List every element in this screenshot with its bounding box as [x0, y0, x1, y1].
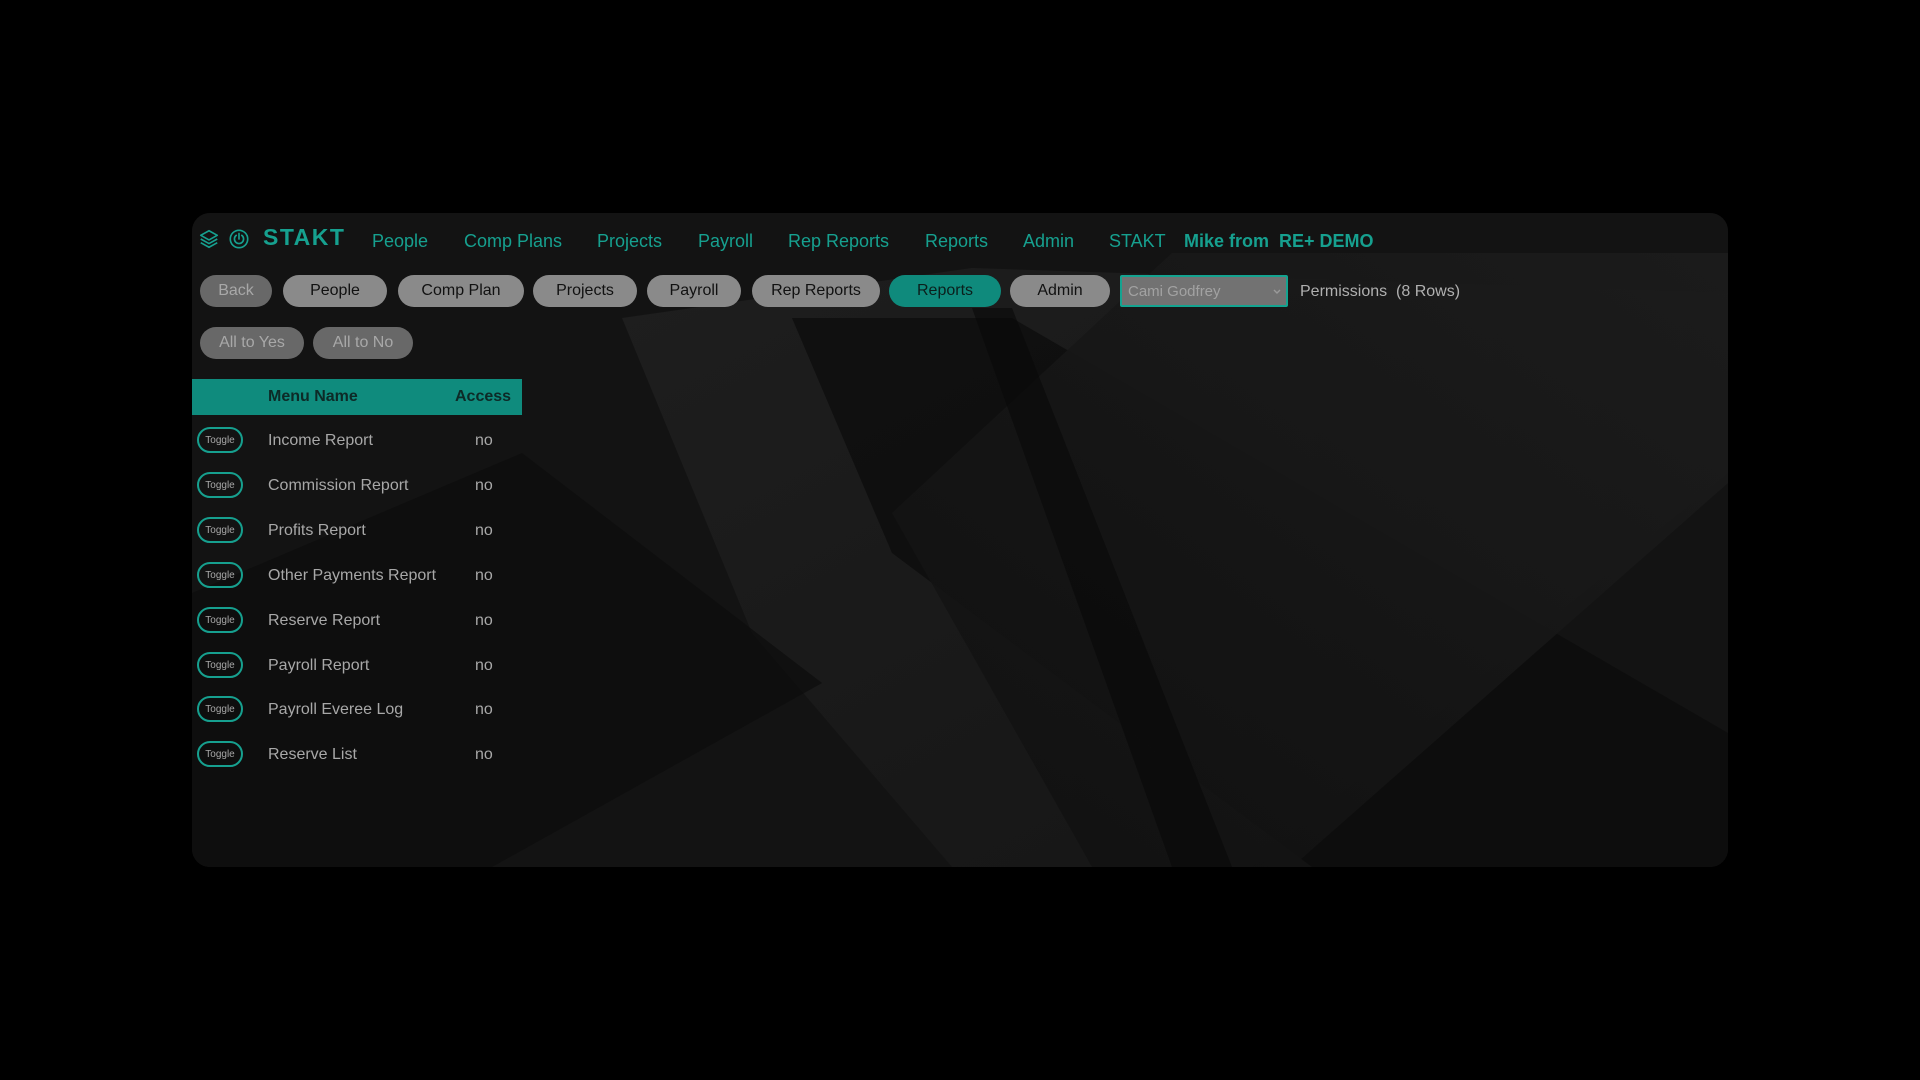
- access-cell: no: [475, 612, 493, 629]
- nav-user[interactable]: Mike from RE+ DEMO: [1184, 231, 1374, 252]
- access-cell: no: [475, 522, 493, 539]
- menu-name-cell: Commission Report: [268, 477, 409, 494]
- toggle-button[interactable]: Toggle: [197, 517, 243, 543]
- toggle-button[interactable]: Toggle: [197, 472, 243, 498]
- rep-reports-button[interactable]: Rep Reports: [752, 275, 880, 307]
- toggle-button[interactable]: Toggle: [197, 652, 243, 678]
- permissions-label: Permissions (8 Rows): [1300, 283, 1461, 300]
- table-header: Menu Name Access: [192, 379, 522, 415]
- back-button[interactable]: Back: [200, 275, 272, 307]
- access-cell: no: [475, 567, 493, 584]
- table-row: Toggle Other Payments Report no: [192, 556, 522, 601]
- reports-button[interactable]: Reports: [889, 275, 1001, 307]
- toggle-button[interactable]: Toggle: [197, 562, 243, 588]
- access-cell: no: [475, 701, 493, 718]
- menu-name-cell: Reserve Report: [268, 612, 381, 629]
- nav-rep-reports[interactable]: Rep Reports: [788, 231, 889, 252]
- user-select-value: Cami Godfrey: [1128, 282, 1221, 300]
- comp-plan-button[interactable]: Comp Plan: [398, 275, 524, 307]
- menu-name-cell: Payroll Report: [268, 657, 370, 674]
- admin-button[interactable]: Admin: [1010, 275, 1110, 307]
- access-cell: no: [475, 746, 493, 763]
- user-select[interactable]: Cami Godfrey: [1120, 275, 1288, 307]
- payroll-button[interactable]: Payroll: [647, 275, 741, 307]
- nav-payroll[interactable]: Payroll: [698, 231, 753, 252]
- all-to-no-button[interactable]: All to No: [313, 327, 413, 359]
- all-to-yes-button[interactable]: All to Yes: [200, 327, 304, 359]
- table-row: Toggle Payroll Everee Log no: [192, 690, 522, 735]
- table-row: Toggle Commission Report no: [192, 466, 522, 511]
- table-row: Toggle Reserve List no: [192, 735, 522, 780]
- menu-name-cell: Profits Report: [268, 522, 366, 539]
- brand-logo[interactable]: STAKT: [263, 224, 345, 251]
- nav-reports[interactable]: Reports: [925, 231, 988, 252]
- menu-name-cell: Income Report: [268, 432, 373, 449]
- projects-button[interactable]: Projects: [533, 275, 637, 307]
- power-icon[interactable]: [227, 227, 251, 251]
- nav-admin[interactable]: Admin: [1023, 231, 1074, 252]
- layers-icon[interactable]: [197, 227, 221, 251]
- toggle-button[interactable]: Toggle: [197, 607, 243, 633]
- table-row: Toggle Income Report no: [192, 421, 522, 466]
- chevron-down-icon: [1272, 285, 1282, 297]
- table-row: Toggle Reserve Report no: [192, 601, 522, 646]
- table-row: Toggle Payroll Report no: [192, 646, 522, 691]
- menu-name-cell: Payroll Everee Log: [268, 701, 404, 718]
- toggle-button[interactable]: Toggle: [197, 427, 243, 453]
- table-row: Toggle Profits Report no: [192, 511, 522, 556]
- menu-name-cell: Reserve List: [268, 746, 357, 763]
- column-menu-name: Menu Name: [268, 388, 358, 405]
- nav-people[interactable]: People: [372, 231, 428, 252]
- column-access: Access: [455, 388, 512, 405]
- top-nav: STAKT People Comp Plans Projects Payroll…: [192, 213, 1728, 269]
- nav-comp-plans[interactable]: Comp Plans: [464, 231, 562, 252]
- nav-stakt[interactable]: STAKT: [1109, 231, 1166, 252]
- access-cell: no: [475, 477, 493, 494]
- toggle-button[interactable]: Toggle: [197, 741, 243, 767]
- people-button[interactable]: People: [283, 275, 387, 307]
- app-window: STAKT People Comp Plans Projects Payroll…: [192, 213, 1728, 867]
- access-cell: no: [475, 657, 493, 674]
- access-cell: no: [475, 432, 493, 449]
- menu-name-cell: Other Payments Report: [268, 567, 437, 584]
- toggle-button[interactable]: Toggle: [197, 696, 243, 722]
- nav-projects[interactable]: Projects: [597, 231, 662, 252]
